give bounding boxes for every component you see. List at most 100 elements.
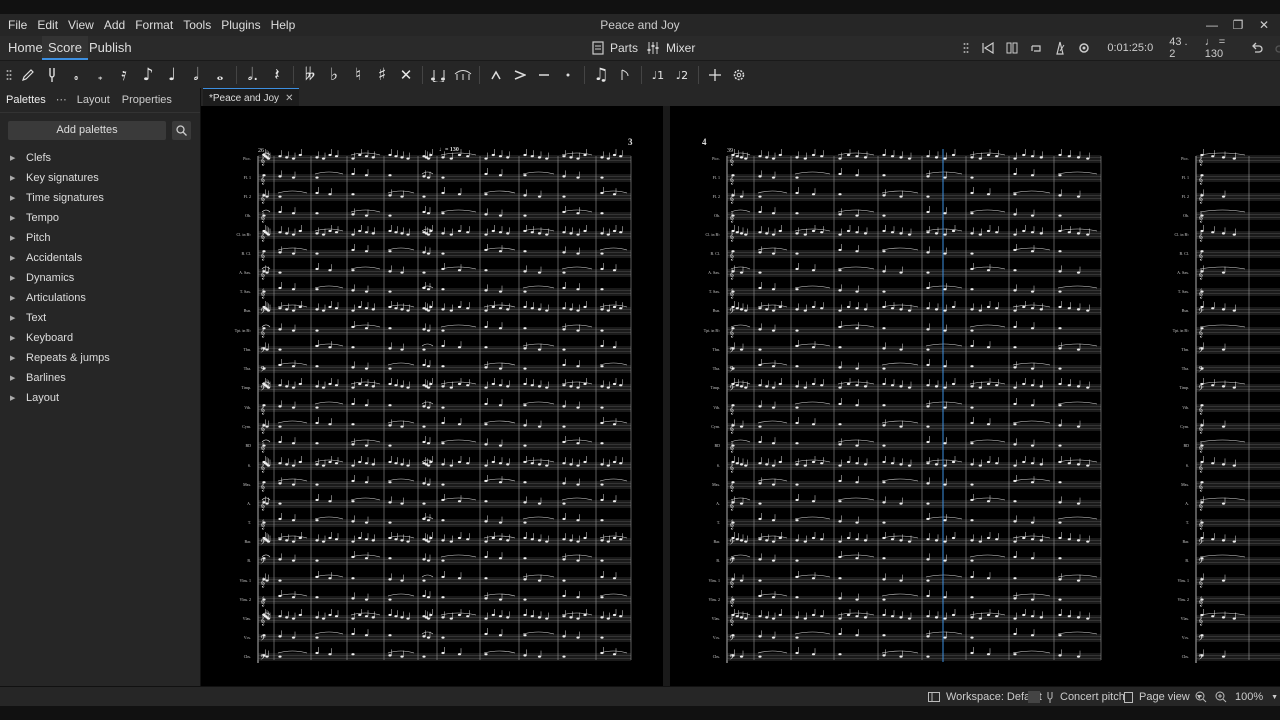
workspace-selector[interactable]: Workspace: Default: [928, 687, 1042, 707]
note-head: [484, 233, 488, 236]
rest-icon[interactable]: 𝄽: [265, 63, 289, 87]
add-icon[interactable]: [703, 63, 727, 87]
flip-direction-icon[interactable]: [613, 63, 637, 87]
staccato-icon[interactable]: [556, 63, 580, 87]
tie-icon[interactable]: [427, 63, 451, 87]
restore-icon[interactable]: ❐: [1228, 18, 1248, 32]
menu-add[interactable]: Add: [100, 14, 129, 36]
note-32nd-icon[interactable]: 𝅄: [88, 63, 112, 87]
palette-articulations[interactable]: ▶ Articulations: [0, 288, 200, 308]
note-head: [600, 539, 604, 542]
note-head: [426, 617, 431, 620]
note-head: [739, 579, 744, 582]
note-head: [394, 155, 398, 158]
menu-tools[interactable]: Tools: [179, 14, 215, 36]
palette-text[interactable]: ▶ Text: [0, 308, 200, 328]
note-head: [811, 423, 816, 426]
menu-view[interactable]: View: [64, 14, 98, 36]
note-8th-icon[interactable]: ♪: [136, 63, 160, 87]
note-head: [758, 405, 762, 408]
score-canvas[interactable]: 3 26 ♩= 130 4 39 Picc. 𝄞 Fl. 1 𝄞 Fl. 2 𝄞 Ob. 𝄞 C…: [201, 106, 1280, 686]
double-sharp-icon[interactable]: ✕: [394, 63, 418, 87]
note-head: [731, 536, 735, 540]
playback-settings-icon[interactable]: [1077, 40, 1091, 56]
toolbar-handle-icon[interactable]: [2, 63, 16, 87]
metronome-icon[interactable]: [1053, 40, 1067, 56]
slur-icon[interactable]: [451, 63, 475, 87]
tuning-fork-icon[interactable]: [40, 63, 64, 87]
tab-layout[interactable]: Layout: [71, 88, 116, 112]
palette-accidentals[interactable]: ▶ Accidentals: [0, 248, 200, 268]
dotted-note-icon[interactable]: 𝅗𝅥.: [241, 63, 265, 87]
palette-pitch[interactable]: ▶ Pitch: [0, 228, 200, 248]
tab-properties[interactable]: Properties: [116, 88, 178, 112]
zoom-out-icon[interactable]: [1195, 691, 1207, 703]
add-palettes-button[interactable]: Add palettes: [8, 121, 166, 140]
note-64th-icon[interactable]: 𝅅: [64, 63, 88, 87]
note-16th-icon[interactable]: 𝄿: [112, 63, 136, 87]
zoom-in-icon[interactable]: [1215, 691, 1227, 703]
palette-search-button[interactable]: [172, 121, 191, 140]
redo-icon[interactable]: [1274, 40, 1280, 56]
sharp-icon[interactable]: ♯: [370, 63, 394, 87]
tab-publish[interactable]: Publish: [83, 36, 138, 60]
note-head: [262, 194, 266, 197]
play-icon[interactable]: [1005, 40, 1019, 56]
marcato-icon[interactable]: [484, 63, 508, 87]
palette-layout[interactable]: ▶ Layout: [0, 388, 200, 408]
minimize-icon[interactable]: —: [1202, 18, 1222, 32]
panel-menu-icon[interactable]: ⋯: [52, 88, 71, 112]
tab-palettes[interactable]: Palettes: [0, 88, 52, 112]
document-tab[interactable]: *Peace and Joy ✕: [203, 88, 300, 107]
voice-2-icon[interactable]: ♩2: [670, 63, 694, 87]
menu-edit[interactable]: Edit: [33, 14, 62, 36]
drag-handle-icon[interactable]: [960, 40, 971, 56]
note-head: [466, 231, 470, 234]
undo-icon[interactable]: [1250, 40, 1264, 56]
palette-time-signatures[interactable]: ▶ Time signatures: [0, 188, 200, 208]
note-whole-icon[interactable]: 𝅝: [208, 63, 232, 87]
palette-dynamics[interactable]: ▶ Dynamics: [0, 268, 200, 288]
palette-clefs[interactable]: ▶ Clefs: [0, 148, 200, 168]
note-half-icon[interactable]: 𝅗𝅥: [184, 63, 208, 87]
mixer-button[interactable]: Mixer: [646, 36, 695, 60]
palette-barlines[interactable]: ▶ Barlines: [0, 368, 200, 388]
double-flat-icon[interactable]: 𝄫: [298, 63, 322, 87]
note-head: [978, 617, 982, 620]
close-window-icon[interactable]: ✕: [1254, 18, 1274, 32]
slur: [522, 343, 555, 347]
palette-keyboard[interactable]: ▶ Keyboard: [0, 328, 200, 348]
accent-icon[interactable]: [508, 63, 532, 87]
menu-format[interactable]: Format: [131, 14, 177, 36]
menu-file[interactable]: File: [4, 14, 31, 36]
palette-tempo[interactable]: ▶ Tempo: [0, 208, 200, 228]
voice-1-icon[interactable]: ♩1: [646, 63, 670, 87]
flat-icon[interactable]: ♭: [322, 63, 346, 87]
note-head: [388, 536, 392, 540]
natural-icon[interactable]: ♮: [346, 63, 370, 87]
tuplet-icon[interactable]: ♫: [589, 63, 613, 87]
rewind-icon[interactable]: [981, 40, 995, 56]
note-head: [498, 598, 503, 601]
menu-plugins[interactable]: Plugins: [217, 14, 264, 36]
parts-button[interactable]: Parts: [592, 36, 638, 60]
concert-pitch-toggle[interactable]: Concert pitch: [1028, 687, 1125, 707]
note-head: [882, 214, 886, 217]
note-head: [1013, 172, 1017, 176]
tenuto-icon[interactable]: [532, 63, 556, 87]
tab-score[interactable]: Score: [42, 36, 88, 60]
view-mode-selector[interactable]: Page view ▼: [1124, 687, 1203, 707]
note-head: [1022, 536, 1026, 540]
note-quarter-icon[interactable]: ♩: [160, 63, 184, 87]
palette-key-signatures[interactable]: ▶ Key signatures: [0, 168, 200, 188]
close-tab-icon[interactable]: ✕: [285, 93, 293, 104]
note-head: [820, 384, 824, 387]
menu-help[interactable]: Help: [267, 14, 300, 36]
toolbar-settings-icon[interactable]: [727, 63, 751, 87]
note-head: [400, 156, 404, 159]
loop-icon[interactable]: [1029, 40, 1043, 56]
zoom-level[interactable]: 100%: [1235, 691, 1263, 703]
pencil-icon[interactable]: [16, 63, 40, 87]
palette-repeats-jumps[interactable]: ▶ Repeats & jumps: [0, 348, 200, 368]
concert-pitch-checkbox[interactable]: [1028, 691, 1040, 703]
